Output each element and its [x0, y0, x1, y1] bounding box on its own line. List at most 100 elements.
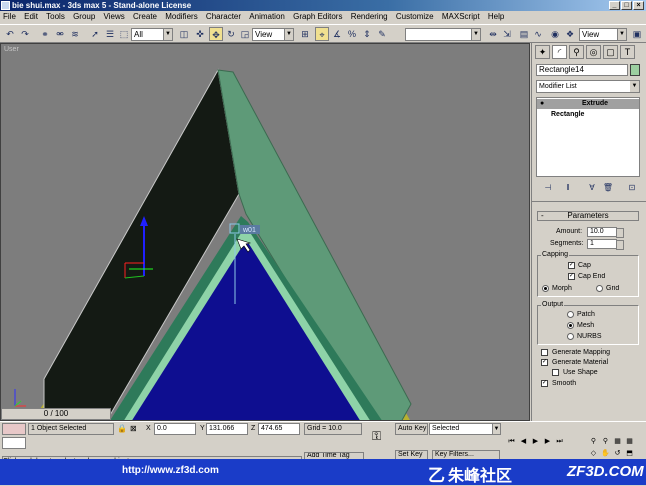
arc-rotate-icon[interactable]: ↺	[612, 448, 623, 459]
set-key-icon[interactable]: ⚿	[372, 429, 381, 444]
bind-space-warp-icon[interactable]: ≋	[68, 27, 82, 41]
configure-modifier-sets-icon[interactable]: ⊡	[624, 181, 640, 194]
region-select-icon[interactable]: ⬚	[117, 27, 131, 41]
z-coordinate-field[interactable]: 474.65	[258, 423, 300, 435]
menu-file[interactable]: File	[0, 11, 19, 23]
edit-named-sel-icon[interactable]: ✎	[375, 27, 389, 41]
snap-icon[interactable]: ⌖	[315, 27, 329, 41]
modifier-list-dropdown[interactable]: Modifier List ▼	[536, 80, 640, 93]
select-and-link-icon[interactable]: ✜	[193, 27, 207, 41]
menu-edit[interactable]: Edit	[21, 11, 41, 23]
menu-rendering[interactable]: Rendering	[348, 11, 391, 23]
menu-create[interactable]: Create	[130, 11, 160, 23]
select-by-name-icon[interactable]: ☰	[103, 27, 117, 41]
morph-radio[interactable]	[542, 285, 549, 292]
maximize-button[interactable]: □	[621, 1, 632, 10]
go-to-start-icon[interactable]: ⏮	[506, 436, 517, 447]
make-unique-icon[interactable]: ∀	[584, 181, 600, 194]
cap-end-checkbox[interactable]: ✓	[568, 273, 575, 280]
menu-character[interactable]: Character	[203, 11, 244, 23]
show-end-result-icon[interactable]: ‖	[560, 181, 576, 194]
menu-group[interactable]: Group	[70, 11, 98, 23]
display-tab-icon[interactable]: ▢	[603, 45, 618, 59]
previous-frame-icon[interactable]: ◀	[518, 436, 529, 447]
pin-stack-icon[interactable]: ⊣	[540, 181, 556, 194]
lock-selection-icon[interactable]: 🔒	[117, 424, 127, 433]
use-shape-checkbox[interactable]	[552, 369, 559, 376]
zoom-extents-all-icon[interactable]: ▦	[624, 436, 635, 447]
play-icon[interactable]: ▶	[530, 436, 541, 447]
menu-tools[interactable]: Tools	[43, 11, 68, 23]
select-and-rotate-icon[interactable]: ↻	[224, 27, 238, 41]
angle-snap-icon[interactable]: ∡	[330, 27, 344, 41]
hierarchy-tab-icon[interactable]: ⚲	[569, 45, 584, 59]
cap-start-checkbox[interactable]: ✓	[568, 262, 575, 269]
render-view-dropdown[interactable]: View ▼	[579, 28, 627, 41]
x-coordinate-field[interactable]: 0.0	[154, 423, 196, 435]
segments-spinner[interactable]: 1	[587, 239, 624, 250]
smooth-checkbox[interactable]: ✓	[541, 380, 548, 387]
min-max-toggle-icon[interactable]: ⬒	[624, 448, 635, 459]
selection-filter-dropdown[interactable]: All ▼	[131, 28, 173, 41]
object-name-field[interactable]: Rectangle14	[536, 64, 628, 76]
minimize-button[interactable]: _	[609, 1, 620, 10]
zoom-icon[interactable]: ⚲	[588, 436, 599, 447]
redo-icon[interactable]: ↷	[18, 27, 32, 41]
modify-tab-icon[interactable]: ◜	[552, 45, 567, 59]
utilities-tab-icon[interactable]: T	[620, 45, 635, 59]
scene-canvas[interactable]: w01	[1, 44, 530, 421]
lightbulb-icon[interactable]: ●	[540, 99, 544, 109]
stack-item-rectangle[interactable]: Rectangle	[537, 110, 639, 120]
reference-coord-dropdown[interactable]: View ▼	[252, 28, 294, 41]
select-and-scale-icon[interactable]: ◲	[238, 27, 252, 41]
go-to-end-icon[interactable]: ⏭	[554, 436, 565, 447]
menu-modifiers[interactable]: Modifiers	[162, 11, 200, 23]
viewport-label[interactable]: User	[4, 46, 19, 53]
curve-editor-icon[interactable]: ∿	[531, 27, 545, 41]
window-crossing-icon[interactable]: ◫	[177, 27, 191, 41]
select-and-move-icon[interactable]: ✥	[209, 27, 223, 41]
spinner-snap-icon[interactable]: ⇕	[360, 27, 374, 41]
y-coordinate-field[interactable]: 131.066	[206, 423, 248, 435]
link-icon[interactable]: ⚭	[38, 27, 52, 41]
select-icon[interactable]: ➚	[88, 27, 102, 41]
percent-snap-icon[interactable]: %	[345, 27, 359, 41]
pivot-icon[interactable]: ⊞	[298, 27, 312, 41]
create-tab-icon[interactable]: ✦	[535, 45, 550, 59]
maxscript-mini-listener[interactable]	[2, 437, 26, 449]
modifier-stack[interactable]: ● Extrude Rectangle	[536, 97, 640, 177]
patch-radio[interactable]	[567, 311, 574, 318]
layer-icon[interactable]: ▤	[517, 27, 531, 41]
auto-key-button[interactable]: Auto Key	[395, 423, 428, 435]
menu-customize[interactable]: Customize	[393, 11, 437, 23]
maxscript-listener[interactable]	[2, 423, 26, 435]
pan-icon[interactable]: ✋	[600, 448, 611, 459]
remove-modifier-icon[interactable]: 🗑	[600, 181, 616, 194]
align-icon[interactable]: ⇲	[500, 27, 514, 41]
menu-maxscript[interactable]: MAXScript	[439, 11, 483, 23]
unlink-icon[interactable]: ⚮	[53, 27, 67, 41]
menu-views[interactable]: Views	[101, 11, 128, 23]
material-editor-icon[interactable]: ◉	[548, 27, 562, 41]
menu-help[interactable]: Help	[485, 11, 507, 23]
motion-tab-icon[interactable]: ◎	[586, 45, 601, 59]
mirror-icon[interactable]: ⇹	[486, 27, 500, 41]
grid-radio[interactable]	[596, 285, 603, 292]
undo-icon[interactable]: ↶	[3, 27, 17, 41]
render-scene-icon[interactable]: ❖	[563, 27, 577, 41]
quick-render-icon[interactable]: ▣	[630, 27, 644, 41]
mesh-radio[interactable]	[567, 322, 574, 329]
zoom-extents-icon[interactable]: ▦	[612, 436, 623, 447]
absolute-mode-icon[interactable]: ⊠	[130, 424, 137, 433]
nurbs-radio[interactable]	[567, 333, 574, 340]
generate-material-checkbox[interactable]: ✓	[541, 359, 548, 366]
key-mode-dropdown[interactable]: Selected ▼	[429, 423, 501, 435]
menu-animation[interactable]: Animation	[246, 11, 288, 23]
next-frame-icon[interactable]: ▶	[542, 436, 553, 447]
zoom-all-icon[interactable]: ⚲	[600, 436, 611, 447]
amount-spinner[interactable]: 10.0	[587, 227, 624, 238]
named-selection-dropdown[interactable]: ▼	[405, 28, 481, 41]
viewport-user[interactable]: w01 User	[0, 43, 530, 421]
stack-item-extrude[interactable]: ● Extrude	[537, 99, 639, 109]
menu-graph-editors[interactable]: Graph Editors	[290, 11, 345, 23]
